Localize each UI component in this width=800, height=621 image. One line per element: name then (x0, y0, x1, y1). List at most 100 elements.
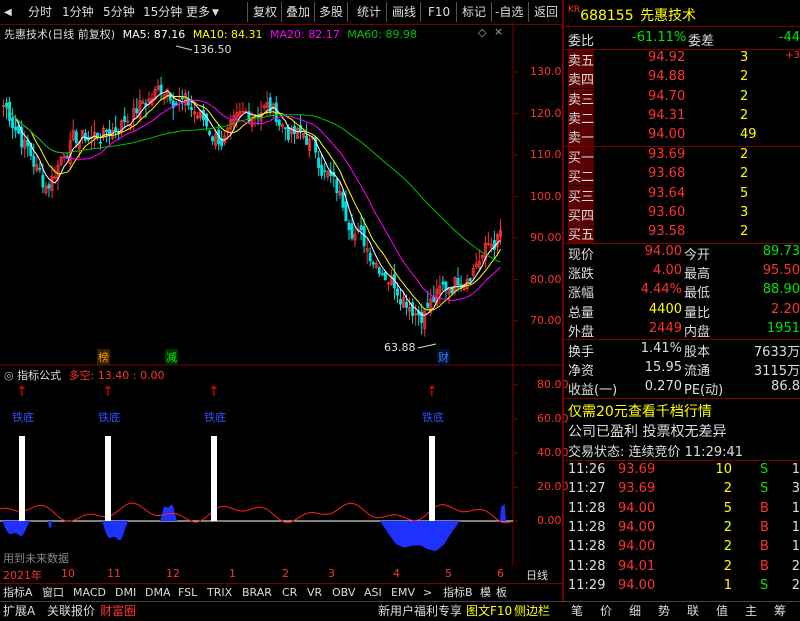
candle-body (335, 179, 339, 194)
candle-body (395, 288, 399, 296)
tab-trix[interactable]: TRIX (207, 585, 232, 600)
tab-mo[interactable]: 模 (480, 585, 491, 600)
stat-row-cell: 最低 (684, 286, 711, 302)
stat-row: 涨跌 4.00 最高 95.50 (568, 263, 800, 282)
ma20-legend: MA20: 82.17 (270, 28, 340, 41)
toolbar-more[interactable]: 更多 (186, 3, 210, 21)
toolbar-back[interactable]: 返回 (534, 3, 558, 21)
rtab-shi[interactable]: 势 (658, 603, 670, 620)
rtab-chou[interactable]: 筹 (774, 603, 786, 620)
iron-bottom-label: 铁底 (98, 410, 120, 424)
stat-row-cell: 总量 (568, 305, 595, 321)
tick-row-cell: 11:28 (568, 519, 606, 535)
candle-body (380, 273, 384, 276)
toolbar-5min[interactable]: 5分钟 (103, 3, 135, 21)
stat2-row-cell: 1.41% (640, 341, 682, 356)
toolbar-15min[interactable]: 15分钟 (143, 3, 182, 21)
signal-bar (211, 436, 217, 521)
tick-row: 11:28 94.01 2 B 2 (568, 559, 800, 578)
toolbar-duogu[interactable]: 多股 (319, 3, 343, 21)
rtab-bi[interactable]: 笔 (571, 603, 583, 620)
status-new-user[interactable]: 新用户福利专享 (378, 603, 462, 620)
tab-macd[interactable]: MACD (73, 585, 106, 600)
tab-cr[interactable]: CR (282, 585, 297, 600)
candle-body (286, 126, 290, 141)
tab-fsl[interactable]: FSL (178, 585, 197, 600)
tick-row-cell: 2 (723, 519, 732, 535)
candle-body (432, 296, 436, 302)
rtab-xi[interactable]: 细 (629, 603, 641, 620)
chevron-down-icon[interactable]: ▼ (212, 4, 219, 22)
toolbar-1min[interactable]: 1分钟 (62, 3, 94, 21)
tab-emv[interactable]: EMV (391, 585, 415, 600)
price-axis-label: 80.00 (530, 272, 562, 286)
rtab-zhi[interactable]: 值 (716, 603, 728, 620)
indicator-chart[interactable]: ↑ 铁底 ↑ 铁底 ↑ 铁底 ↑ 铁底 ◎ 指标公式 多空: 13.40 : 0.00 80.… (0, 366, 569, 566)
tag-bang[interactable]: 榜 (97, 349, 110, 365)
tab-indicator-a[interactable]: 指标A (3, 585, 33, 600)
settings-diamond-icon[interactable]: ◇ (478, 26, 486, 39)
tab-ban[interactable]: 板 (496, 585, 507, 600)
status-expand-a[interactable]: 扩展A (3, 603, 35, 620)
candle-body (350, 223, 354, 239)
toolbar-remove-favorite[interactable]: -自选 (495, 3, 523, 21)
tab-dma[interactable]: DMA (145, 585, 171, 600)
tab-asi[interactable]: ASI (364, 585, 382, 600)
collapse-icon[interactable]: ◀ (4, 4, 12, 22)
rtab-jia[interactable]: 价 (600, 603, 612, 620)
candle-body (114, 127, 118, 132)
candle-body (399, 299, 402, 305)
candle-body (105, 130, 109, 132)
buy-row: 买四 93.60 3 (568, 204, 800, 224)
date-label-12: 12 (166, 567, 180, 580)
status-related-quote[interactable]: 关联报价 (47, 603, 95, 620)
status-sidebar[interactable]: 侧边栏 (514, 603, 550, 620)
tab-brar[interactable]: BRAR (242, 585, 272, 600)
tab-indicator-b[interactable]: 指标B (443, 585, 473, 600)
status-wealth-circle[interactable]: 财富圈 (100, 603, 136, 620)
indicator-name[interactable]: 指标公式 (17, 369, 61, 382)
toolbar-fuquan[interactable]: 复权 (253, 3, 277, 21)
candle-body (99, 141, 102, 144)
toolbar-fenshi[interactable]: 分时 (28, 3, 52, 21)
future-data-warning: 用到未来数据 (3, 552, 69, 565)
toolbar-huaxian[interactable]: 画线 (392, 3, 416, 21)
candle-body (323, 170, 327, 173)
candle-body (317, 157, 321, 168)
tab-obv[interactable]: OBV (332, 585, 355, 600)
date-axis: 2021年 10 11 12 1 2 3 4 5 6 日线 (0, 567, 562, 583)
candle-body (344, 201, 348, 222)
buy-row-cell: 买五 (568, 224, 595, 244)
close-icon[interactable]: × (494, 25, 503, 38)
buy-row: 买一 93.69 2 (568, 147, 800, 166)
tab-window[interactable]: 窗口 (42, 585, 64, 600)
tick-row-cell: 1 (791, 500, 800, 516)
rtab-zhu[interactable]: 主 (745, 603, 757, 620)
toolbar-biaoji[interactable]: 标记 (462, 3, 486, 21)
tab-dmi[interactable]: DMI (115, 585, 136, 600)
toolbar-tongji[interactable]: 统计 (357, 3, 381, 21)
stat2-row: 收益(一) 0.270 PE(动) 86.8 (568, 379, 800, 398)
buy-row-cell: 买四 (568, 204, 595, 224)
toolbar-f10[interactable]: F10 (428, 3, 450, 21)
kline-chart[interactable]: 先惠技术(日线 前复权) MA5: 87.16 MA10: 84.31 MA20… (0, 24, 562, 366)
sell-row-cell: 94.92 (648, 50, 686, 65)
tick-row-cell: S (760, 462, 769, 477)
sell-row-cell: 3 (740, 50, 749, 65)
rtab-lian[interactable]: 联 (687, 603, 699, 620)
stat-row-cell: 88.90 (762, 282, 800, 298)
status-f10[interactable]: 图文F10 (466, 603, 512, 620)
toolbar-diejia[interactable]: 叠加 (286, 3, 310, 21)
tag-jian[interactable]: 减 (165, 349, 178, 365)
indicator-menu-icon[interactable]: ◎ (4, 369, 14, 382)
tab-vr[interactable]: VR (307, 585, 322, 600)
tag-cai[interactable]: 财 (437, 349, 450, 365)
period-label[interactable]: 日线 (526, 567, 548, 583)
promo-link[interactable]: 仅需20元查看千档行情 (568, 401, 800, 420)
tabs-more[interactable]: > (423, 585, 432, 600)
tick-row-cell: 94.00 (618, 500, 656, 516)
date-label-5: 5 (445, 567, 452, 580)
buy-row-cell: 5 (740, 185, 749, 201)
stat2-row-cell: 净资 (568, 364, 595, 380)
sell-row-cell: 卖三 (568, 88, 595, 108)
